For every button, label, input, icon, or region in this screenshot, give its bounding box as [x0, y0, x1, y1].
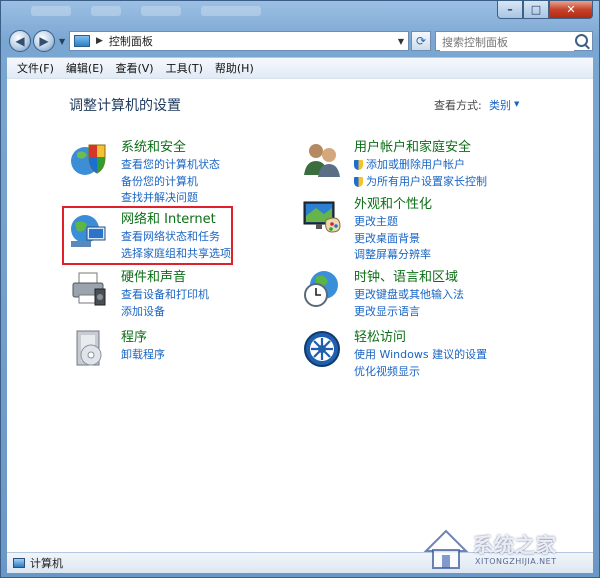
- menu-bar: 文件(F) 编辑(E) 查看(V) 工具(T) 帮助(H): [7, 57, 593, 78]
- back-button[interactable]: ◀: [9, 30, 31, 52]
- category-link[interactable]: 为所有用户设置家长控制: [354, 174, 487, 191]
- category-link[interactable]: 调整屏幕分辨率: [354, 247, 432, 264]
- category-link[interactable]: 更改键盘或其他输入法: [354, 287, 464, 304]
- category-link[interactable]: 更改显示语言: [354, 304, 464, 321]
- control-panel-icon: [74, 35, 90, 47]
- title-bar[interactable]: – □ ✕: [1, 1, 599, 25]
- refresh-button[interactable]: ⟳: [411, 31, 431, 51]
- category-link[interactable]: 查看您的计算机状态: [121, 157, 220, 174]
- ease-of-access-icon[interactable]: [302, 329, 342, 369]
- maximize-button[interactable]: □: [523, 1, 549, 19]
- watermark: 系统之家 XITONGZHIJIA.NET: [421, 523, 581, 575]
- category-title[interactable]: 用户帐户和家庭安全: [354, 139, 487, 157]
- category-link[interactable]: 备份您的计算机: [121, 174, 220, 191]
- menu-tools[interactable]: 工具(T): [160, 60, 209, 76]
- category-link-text[interactable]: 添加或删除用户帐户: [366, 157, 465, 174]
- history-dropdown-icon[interactable]: ▼: [59, 37, 65, 46]
- search-input[interactable]: [440, 33, 574, 51]
- uac-shield-icon: [354, 160, 363, 171]
- control-panel-window: – □ ✕ ◀ ▶ ▼ ▶ 控制面板 ▼ ⟳ 文件(F) 编辑(E) 查看(V)…: [0, 0, 600, 578]
- minimize-button[interactable]: –: [497, 1, 523, 19]
- category-link-text[interactable]: 为所有用户设置家长控制: [366, 174, 487, 191]
- category-link[interactable]: 使用 Windows 建议的设置: [354, 347, 487, 364]
- category-link[interactable]: 查找并解决问题: [121, 190, 220, 207]
- users-icon[interactable]: [302, 139, 342, 179]
- category-title[interactable]: 硬件和声音: [121, 269, 209, 287]
- watermark-house-icon: [423, 529, 469, 569]
- programs-icon[interactable]: [69, 329, 109, 369]
- category-title[interactable]: 时钟、语言和区域: [354, 269, 464, 287]
- address-dropdown-icon[interactable]: ▼: [398, 37, 404, 46]
- close-button[interactable]: ✕: [549, 1, 593, 19]
- view-by-label: 查看方式:: [434, 99, 482, 112]
- address-bar[interactable]: ▶ 控制面板 ▼: [69, 31, 409, 51]
- monitor-palette-icon[interactable]: [302, 196, 342, 236]
- category-link[interactable]: 添加或删除用户帐户: [354, 157, 487, 174]
- category-link[interactable]: 添加设备: [121, 304, 209, 321]
- printer-icon[interactable]: [69, 269, 109, 309]
- search-box[interactable]: [435, 31, 593, 51]
- uac-shield-icon: [354, 176, 363, 187]
- category-link[interactable]: 优化视频显示: [354, 364, 487, 381]
- control-panel-content: 调整计算机的设置 查看方式: 类别 ▼ 系统和安全 查看您的计算机状态 备份您的…: [7, 78, 593, 552]
- menu-help[interactable]: 帮助(H): [209, 60, 260, 76]
- forward-button[interactable]: ▶: [33, 30, 55, 52]
- watermark-url: XITONGZHIJIA.NET: [475, 557, 557, 566]
- menu-file[interactable]: 文件(F): [7, 60, 60, 76]
- breadcrumb-arrow-icon[interactable]: ▶: [96, 36, 103, 46]
- shield-globe-icon[interactable]: [69, 139, 109, 179]
- search-icon[interactable]: [575, 34, 588, 47]
- category-link[interactable]: 查看设备和打印机: [121, 287, 209, 304]
- category-title[interactable]: 轻松访问: [354, 329, 487, 347]
- category-link[interactable]: 更改主题: [354, 214, 432, 231]
- category-link[interactable]: 卸载程序: [121, 347, 165, 364]
- watermark-text: 系统之家: [473, 533, 557, 557]
- category-title[interactable]: 外观和个性化: [354, 196, 432, 214]
- status-text: 计算机: [30, 557, 63, 570]
- title-blur: [201, 6, 261, 16]
- menu-edit[interactable]: 编辑(E): [60, 60, 110, 76]
- category-title[interactable]: 系统和安全: [121, 139, 220, 157]
- menu-view[interactable]: 查看(V): [109, 60, 159, 76]
- highlight-box: [62, 206, 233, 265]
- clock-globe-icon[interactable]: [302, 269, 342, 309]
- view-by-dropdown[interactable]: 类别: [489, 97, 511, 113]
- title-blur: [141, 6, 181, 16]
- view-by-chevron-down-icon[interactable]: ▼: [514, 100, 519, 108]
- category-title[interactable]: 程序: [121, 329, 165, 347]
- page-title: 调整计算机的设置: [69, 98, 181, 114]
- title-blur: [31, 6, 71, 16]
- computer-icon: [13, 558, 25, 568]
- navigation-bar: ◀ ▶ ▼ ▶ 控制面板 ▼ ⟳: [7, 27, 593, 55]
- category-link[interactable]: 更改桌面背景: [354, 231, 432, 248]
- title-blur: [91, 6, 121, 16]
- breadcrumb-control-panel[interactable]: 控制面板: [109, 33, 153, 49]
